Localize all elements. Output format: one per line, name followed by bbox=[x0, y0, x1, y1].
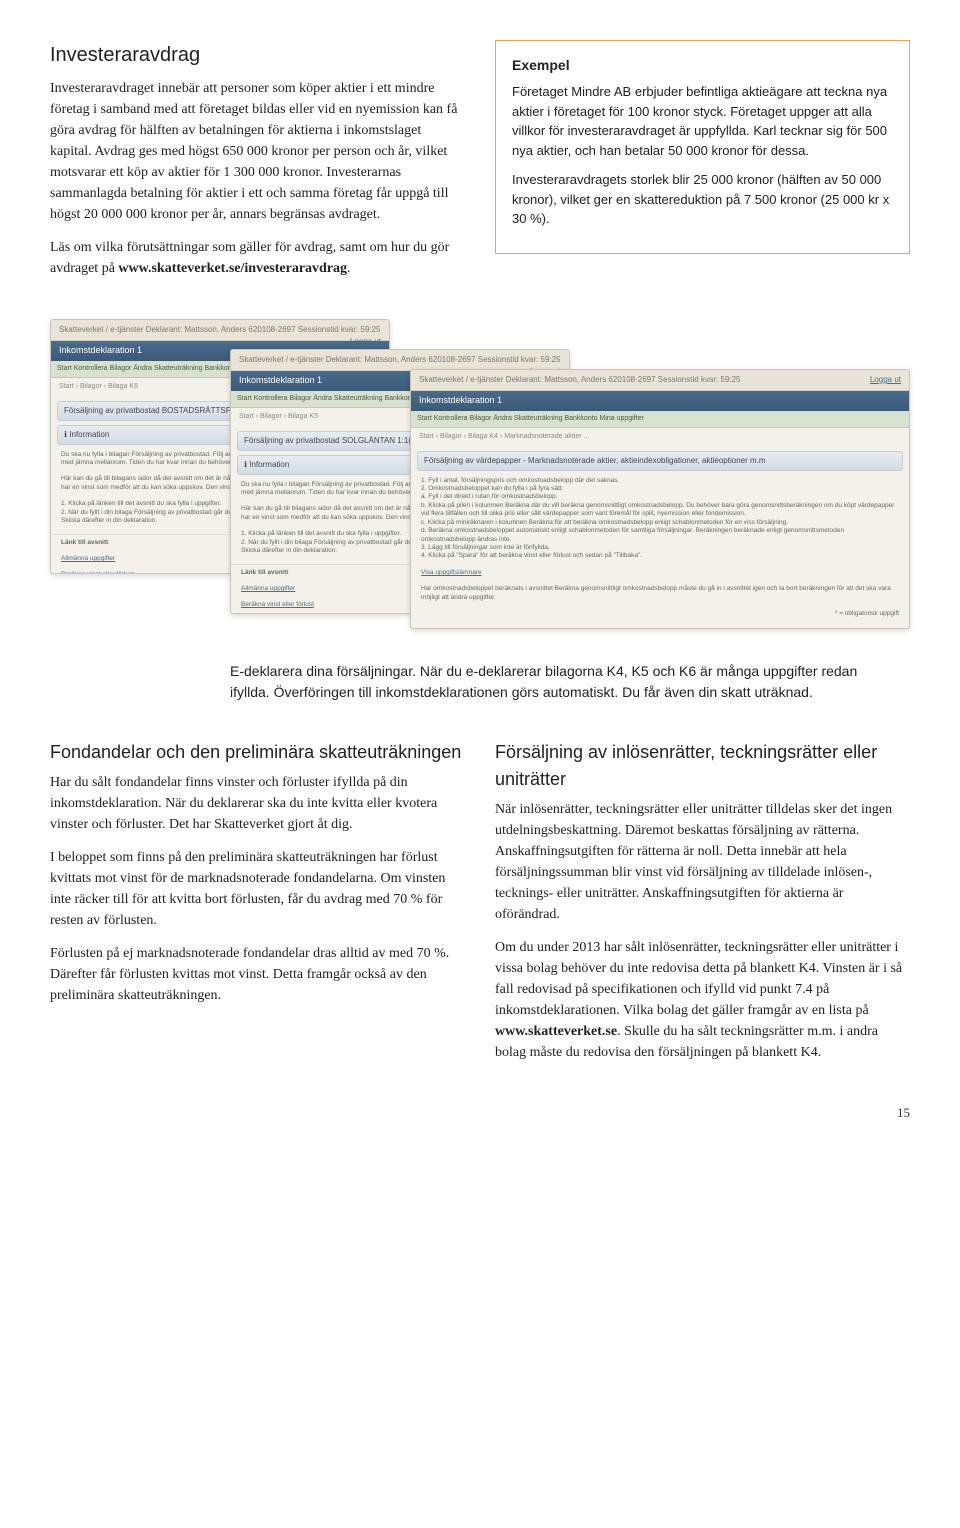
fondandelar-heading: Fondandelar och den preliminära skatteut… bbox=[50, 739, 465, 766]
meta-text: Skatteverket / e-tjänster Deklarant: Mat… bbox=[59, 325, 381, 334]
example-box: Exempel Företaget Mindre AB erbjuder bef… bbox=[495, 40, 910, 254]
fondandelar-p1: Har du sålt fondandelar finns vinster oc… bbox=[50, 772, 465, 835]
fondandelar-p2: I beloppet som finns på den preliminära … bbox=[50, 847, 465, 931]
meta-text-2: Skatteverket / e-tjänster Deklarant: Mat… bbox=[239, 355, 561, 364]
page-number: 15 bbox=[50, 1103, 910, 1123]
screenshot-caption: E-deklarera dina försäljningar. När du e… bbox=[230, 661, 870, 703]
example-p1: Företaget Mindre AB erbjuder befintliga … bbox=[512, 82, 893, 160]
inlosen-heading: Försäljning av inlösenrätter, teckningsr… bbox=[495, 739, 910, 793]
top-row: Investeraravdrag Investeraravdraget inne… bbox=[50, 40, 910, 291]
example-title: Exempel bbox=[512, 55, 893, 76]
k4-steps: 1. Fyll i antal, försäljningspris och om… bbox=[411, 473, 909, 565]
breadcrumb-3[interactable]: Start › Bilagor › Bilaga K4 › Marknadsno… bbox=[411, 428, 909, 447]
p2-b: . bbox=[347, 261, 351, 276]
obligatory-note: * = obligatorisk uppgift bbox=[411, 606, 909, 622]
investeraravdrag-p2: Läs om vilka förutsättningar som gäller … bbox=[50, 237, 465, 279]
visa-uppgiftslamnare[interactable]: Visa uppgiftslämnare bbox=[411, 565, 909, 581]
info-label: Information bbox=[69, 430, 109, 439]
screenshot-meta-2: Skatteverket / e-tjänster Deklarant: Mat… bbox=[231, 350, 569, 371]
screenshot-k4: Skatteverket / e-tjänster Deklarant: Mat… bbox=[410, 369, 910, 629]
meta-text-3: Skatteverket / e-tjänster Deklarant: Mat… bbox=[419, 375, 741, 384]
screenshot-meta: Skatteverket / e-tjänster Deklarant: Mat… bbox=[51, 320, 389, 341]
investeraravdrag-p1: Investeraravdraget innebär att personer … bbox=[50, 78, 465, 225]
investeraravdrag-column: Investeraravdrag Investeraravdraget inne… bbox=[50, 40, 465, 291]
fondandelar-column: Fondandelar och den preliminära skatteut… bbox=[50, 739, 465, 1075]
k4-header: Försäljning av värdepapper - Marknadsnot… bbox=[417, 451, 903, 471]
sales-table: * Beteckning * Antal * Försäljningspris … bbox=[419, 627, 901, 629]
example-p2: Investeraravdragets storlek blir 25 000 … bbox=[512, 170, 893, 229]
screenshot-stack: Skatteverket / e-tjänster Deklarant: Mat… bbox=[50, 309, 910, 639]
investeraravdrag-heading: Investeraravdrag bbox=[50, 40, 465, 70]
app-title-3: Inkomstdeklaration 1 bbox=[411, 391, 909, 411]
logout-link-3[interactable]: Logga ut bbox=[870, 374, 901, 386]
info-label-2: Information bbox=[249, 460, 289, 469]
inlosen-column: Försäljning av inlösenrätter, teckningsr… bbox=[495, 739, 910, 1075]
skv-link[interactable]: www.skatteverket.se bbox=[495, 1024, 617, 1039]
nav-tabs-3[interactable]: Start Kontrollera Bilagor Ändra Skatteut… bbox=[411, 411, 909, 429]
skatteverket-link[interactable]: www.skatteverket.se/investeraravdrag bbox=[118, 261, 347, 276]
screenshot-meta-3: Skatteverket / e-tjänster Deklarant: Mat… bbox=[411, 370, 909, 391]
omk-note: Har omkostnadsbeloppet beräknats i avsni… bbox=[411, 581, 909, 606]
fondandelar-p3: Förlusten på ej marknadsnoterade fondand… bbox=[50, 943, 465, 1006]
bottom-row: Fondandelar och den preliminära skatteut… bbox=[50, 739, 910, 1075]
inlosen-p2: Om du under 2013 har sålt inlösenrätter,… bbox=[495, 937, 910, 1063]
logout-link[interactable]: Logga ut bbox=[350, 336, 381, 348]
inlosen-p2-a: Om du under 2013 har sålt inlösenrätter,… bbox=[495, 940, 902, 1018]
example-column: Exempel Företaget Mindre AB erbjuder bef… bbox=[495, 40, 910, 291]
table-header-row: * Beteckning * Antal * Försäljningspris … bbox=[419, 627, 901, 629]
inlosen-p1: När inlösenrätter, teckningsrätter eller… bbox=[495, 799, 910, 925]
